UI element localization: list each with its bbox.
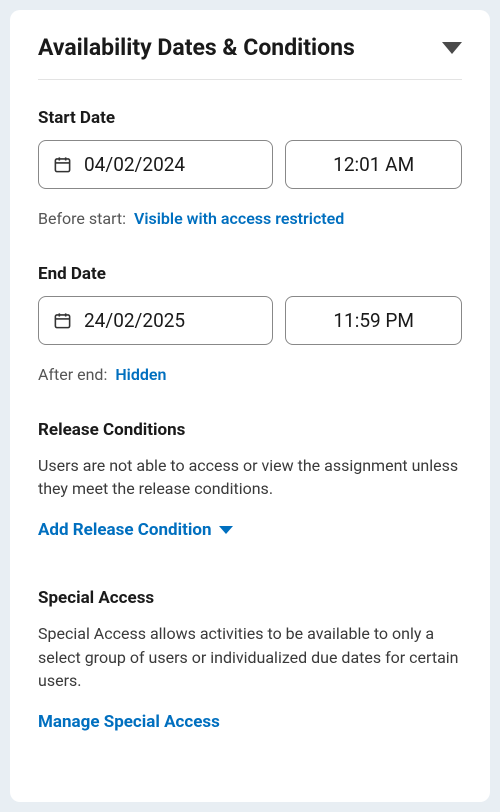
start-date-row: 04/02/2024 12:01 AM bbox=[38, 140, 462, 189]
add-release-condition-button[interactable]: Add Release Condition bbox=[38, 520, 233, 540]
end-date-label: End Date bbox=[38, 264, 462, 284]
release-conditions-section: Release Conditions Users are not able to… bbox=[38, 420, 462, 580]
special-access-description: Special Access allows activities to be a… bbox=[38, 622, 462, 692]
manage-special-access-button[interactable]: Manage Special Access bbox=[38, 712, 462, 732]
start-date-value: 04/02/2024 bbox=[84, 153, 185, 176]
special-access-section: Special Access Special Access allows act… bbox=[38, 588, 462, 732]
after-end-prefix: After end: bbox=[38, 365, 107, 384]
before-start-link[interactable]: Visible with access restricted bbox=[134, 209, 344, 228]
start-date-label: Start Date bbox=[38, 108, 462, 128]
release-conditions-description: Users are not able to access or view the… bbox=[38, 454, 462, 500]
panel-header: Availability Dates & Conditions bbox=[38, 34, 462, 80]
start-time-value: 12:01 AM bbox=[333, 153, 414, 176]
start-date-input[interactable]: 04/02/2024 bbox=[38, 140, 273, 189]
before-start-row: Before start: Visible with access restri… bbox=[38, 209, 462, 228]
availability-panel: Availability Dates & Conditions Start Da… bbox=[10, 10, 490, 802]
start-date-section: Start Date 04/02/2024 12:01 AM Before st… bbox=[38, 108, 462, 228]
calendar-icon bbox=[53, 155, 72, 174]
after-end-row: After end: Hidden bbox=[38, 365, 462, 384]
calendar-icon bbox=[53, 311, 72, 330]
end-time-input[interactable]: 11:59 PM bbox=[285, 296, 462, 345]
end-time-value: 11:59 PM bbox=[333, 309, 414, 332]
end-date-section: End Date 24/02/2025 11:59 PM After end: bbox=[38, 264, 462, 384]
end-date-input[interactable]: 24/02/2025 bbox=[38, 296, 273, 345]
special-access-heading: Special Access bbox=[38, 588, 462, 608]
collapse-toggle-icon[interactable] bbox=[442, 42, 462, 54]
start-time-input[interactable]: 12:01 AM bbox=[285, 140, 462, 189]
end-date-value: 24/02/2025 bbox=[84, 309, 185, 332]
after-end-link[interactable]: Hidden bbox=[115, 365, 166, 384]
chevron-down-icon bbox=[219, 526, 233, 534]
add-release-condition-label: Add Release Condition bbox=[38, 520, 211, 540]
release-conditions-heading: Release Conditions bbox=[38, 420, 462, 440]
before-start-prefix: Before start: bbox=[38, 209, 126, 228]
panel-title: Availability Dates & Conditions bbox=[38, 34, 355, 61]
end-date-row: 24/02/2025 11:59 PM bbox=[38, 296, 462, 345]
